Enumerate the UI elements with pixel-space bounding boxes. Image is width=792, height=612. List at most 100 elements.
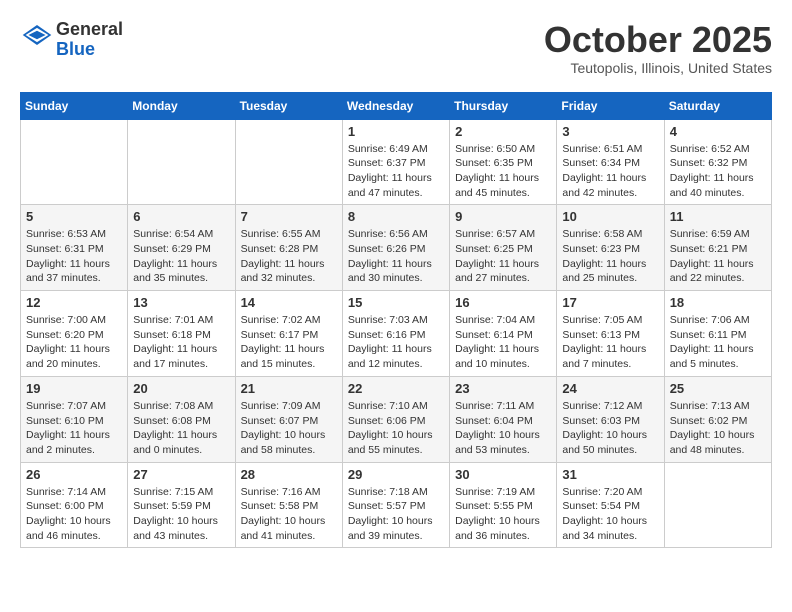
calendar-cell: [664, 462, 771, 548]
day-info: Sunrise: 7:16 AM Sunset: 5:58 PM Dayligh…: [241, 485, 337, 544]
header-wednesday: Wednesday: [342, 92, 449, 119]
calendar-cell: 15 Sunrise: 7:03 AM Sunset: 6:16 PM Dayli…: [342, 291, 449, 377]
calendar-cell: 2 Sunrise: 6:50 AM Sunset: 6:35 PM Daylig…: [450, 119, 557, 205]
calendar-cell: 22Sunrise: 7:10 AM Sunset: 6:06 PM Dayli…: [342, 376, 449, 462]
logo-line2: Blue: [56, 40, 123, 60]
day-number: 16: [455, 295, 551, 310]
calendar-cell: 17 Sunrise: 7:05 AM Sunset: 6:13 PM Dayli…: [557, 291, 664, 377]
day-number: 5: [26, 209, 122, 224]
day-number: 7: [241, 209, 337, 224]
day-info: Sunrise: 7:10 AM Sunset: 6:06 PM Dayligh…: [348, 399, 444, 458]
header-tuesday: Tuesday: [235, 92, 342, 119]
calendar-cell: 26Sunrise: 7:14 AM Sunset: 6:00 PM Dayli…: [21, 462, 128, 548]
calendar-cell: 12 Sunrise: 7:00 AM Sunset: 6:20 PM Dayli…: [21, 291, 128, 377]
logo-line1: General: [56, 20, 123, 40]
day-info: Sunrise: 7:12 AM Sunset: 6:03 PM Dayligh…: [562, 399, 658, 458]
calendar-cell: 6Sunrise: 6:54 AM Sunset: 6:29 PM Daylig…: [128, 205, 235, 291]
calendar-cell: 20 Sunrise: 7:08 AM Sunset: 6:08 PM Dayli…: [128, 376, 235, 462]
calendar-cell: 10 Sunrise: 6:58 AM Sunset: 6:23 PM Dayli…: [557, 205, 664, 291]
day-number: 13: [133, 295, 229, 310]
day-info: Sunrise: 6:49 AM Sunset: 6:37 PM Dayligh…: [348, 142, 444, 201]
day-number: 2: [455, 124, 551, 139]
day-number: 27: [133, 467, 229, 482]
calendar-cell: 19 Sunrise: 7:07 AM Sunset: 6:10 PM Dayli…: [21, 376, 128, 462]
calendar-week-row: 19 Sunrise: 7:07 AM Sunset: 6:10 PM Dayli…: [21, 376, 772, 462]
calendar-cell: 31 Sunrise: 7:20 AM Sunset: 5:54 PM Dayli…: [557, 462, 664, 548]
day-info: Sunrise: 7:05 AM Sunset: 6:13 PM Dayligh…: [562, 313, 658, 372]
title-block: October 2025 Teutopolis, Illinois, Unite…: [544, 20, 772, 76]
calendar-cell: 23Sunrise: 7:11 AM Sunset: 6:04 PM Dayli…: [450, 376, 557, 462]
day-number: 8: [348, 209, 444, 224]
day-number: 24: [562, 381, 658, 396]
header-thursday: Thursday: [450, 92, 557, 119]
day-info: Sunrise: 7:00 AM Sunset: 6:20 PM Dayligh…: [26, 313, 122, 372]
day-info: Sunrise: 7:08 AM Sunset: 6:08 PM Dayligh…: [133, 399, 229, 458]
calendar-header-row: SundayMondayTuesdayWednesdayThursdayFrid…: [21, 92, 772, 119]
calendar-cell: 21Sunrise: 7:09 AM Sunset: 6:07 PM Dayli…: [235, 376, 342, 462]
day-number: 14: [241, 295, 337, 310]
calendar-cell: 24 Sunrise: 7:12 AM Sunset: 6:03 PM Dayli…: [557, 376, 664, 462]
day-info: Sunrise: 7:13 AM Sunset: 6:02 PM Dayligh…: [670, 399, 766, 458]
calendar-cell: 7 Sunrise: 6:55 AM Sunset: 6:28 PM Daylig…: [235, 205, 342, 291]
day-info: Sunrise: 7:20 AM Sunset: 5:54 PM Dayligh…: [562, 485, 658, 544]
day-number: 11: [670, 209, 766, 224]
day-info: Sunrise: 6:57 AM Sunset: 6:25 PM Dayligh…: [455, 227, 551, 286]
calendar-cell: 5 Sunrise: 6:53 AM Sunset: 6:31 PM Daylig…: [21, 205, 128, 291]
day-number: 21: [241, 381, 337, 396]
calendar-cell: 16 Sunrise: 7:04 AM Sunset: 6:14 PM Dayli…: [450, 291, 557, 377]
day-number: 28: [241, 467, 337, 482]
day-number: 1: [348, 124, 444, 139]
day-info: Sunrise: 7:14 AM Sunset: 6:00 PM Dayligh…: [26, 485, 122, 544]
day-number: 25: [670, 381, 766, 396]
calendar-week-row: 26Sunrise: 7:14 AM Sunset: 6:00 PM Dayli…: [21, 462, 772, 548]
day-info: Sunrise: 7:07 AM Sunset: 6:10 PM Dayligh…: [26, 399, 122, 458]
day-info: Sunrise: 7:15 AM Sunset: 5:59 PM Dayligh…: [133, 485, 229, 544]
day-info: Sunrise: 7:11 AM Sunset: 6:04 PM Dayligh…: [455, 399, 551, 458]
day-number: 9: [455, 209, 551, 224]
day-number: 19: [26, 381, 122, 396]
day-info: Sunrise: 7:01 AM Sunset: 6:18 PM Dayligh…: [133, 313, 229, 372]
calendar-cell: 29Sunrise: 7:18 AM Sunset: 5:57 PM Dayli…: [342, 462, 449, 548]
calendar-cell: [21, 119, 128, 205]
logo-icon: [22, 25, 52, 45]
day-number: 12: [26, 295, 122, 310]
day-info: Sunrise: 6:50 AM Sunset: 6:35 PM Dayligh…: [455, 142, 551, 201]
day-number: 17: [562, 295, 658, 310]
logo: General Blue: [20, 20, 123, 60]
day-info: Sunrise: 6:53 AM Sunset: 6:31 PM Dayligh…: [26, 227, 122, 286]
calendar-cell: 25 Sunrise: 7:13 AM Sunset: 6:02 PM Dayli…: [664, 376, 771, 462]
day-info: Sunrise: 6:54 AM Sunset: 6:29 PM Dayligh…: [133, 227, 229, 286]
calendar-cell: 4Sunrise: 6:52 AM Sunset: 6:32 PM Daylig…: [664, 119, 771, 205]
calendar-cell: 13 Sunrise: 7:01 AM Sunset: 6:18 PM Dayli…: [128, 291, 235, 377]
calendar-cell: 1 Sunrise: 6:49 AM Sunset: 6:37 PM Daylig…: [342, 119, 449, 205]
day-number: 20: [133, 381, 229, 396]
location: Teutopolis, Illinois, United States: [544, 60, 772, 76]
page-header: General Blue October 2025 Teutopolis, Il…: [20, 20, 772, 76]
header-monday: Monday: [128, 92, 235, 119]
day-info: Sunrise: 6:51 AM Sunset: 6:34 PM Dayligh…: [562, 142, 658, 201]
calendar-week-row: 1 Sunrise: 6:49 AM Sunset: 6:37 PM Daylig…: [21, 119, 772, 205]
month-title: October 2025: [544, 20, 772, 60]
header-sunday: Sunday: [21, 92, 128, 119]
day-info: Sunrise: 7:04 AM Sunset: 6:14 PM Dayligh…: [455, 313, 551, 372]
day-info: Sunrise: 6:58 AM Sunset: 6:23 PM Dayligh…: [562, 227, 658, 286]
day-number: 15: [348, 295, 444, 310]
day-info: Sunrise: 6:52 AM Sunset: 6:32 PM Dayligh…: [670, 142, 766, 201]
day-number: 29: [348, 467, 444, 482]
calendar-cell: 14 Sunrise: 7:02 AM Sunset: 6:17 PM Dayli…: [235, 291, 342, 377]
day-info: Sunrise: 6:55 AM Sunset: 6:28 PM Dayligh…: [241, 227, 337, 286]
header-saturday: Saturday: [664, 92, 771, 119]
calendar-week-row: 5 Sunrise: 6:53 AM Sunset: 6:31 PM Daylig…: [21, 205, 772, 291]
day-info: Sunrise: 6:56 AM Sunset: 6:26 PM Dayligh…: [348, 227, 444, 286]
day-info: Sunrise: 7:03 AM Sunset: 6:16 PM Dayligh…: [348, 313, 444, 372]
calendar-table: SundayMondayTuesdayWednesdayThursdayFrid…: [20, 92, 772, 549]
day-number: 31: [562, 467, 658, 482]
day-number: 10: [562, 209, 658, 224]
calendar-cell: 11Sunrise: 6:59 AM Sunset: 6:21 PM Dayli…: [664, 205, 771, 291]
calendar-cell: 18Sunrise: 7:06 AM Sunset: 6:11 PM Dayli…: [664, 291, 771, 377]
day-info: Sunrise: 7:02 AM Sunset: 6:17 PM Dayligh…: [241, 313, 337, 372]
calendar-week-row: 12 Sunrise: 7:00 AM Sunset: 6:20 PM Dayli…: [21, 291, 772, 377]
calendar-cell: 27 Sunrise: 7:15 AM Sunset: 5:59 PM Dayli…: [128, 462, 235, 548]
day-number: 3: [562, 124, 658, 139]
calendar-cell: [128, 119, 235, 205]
